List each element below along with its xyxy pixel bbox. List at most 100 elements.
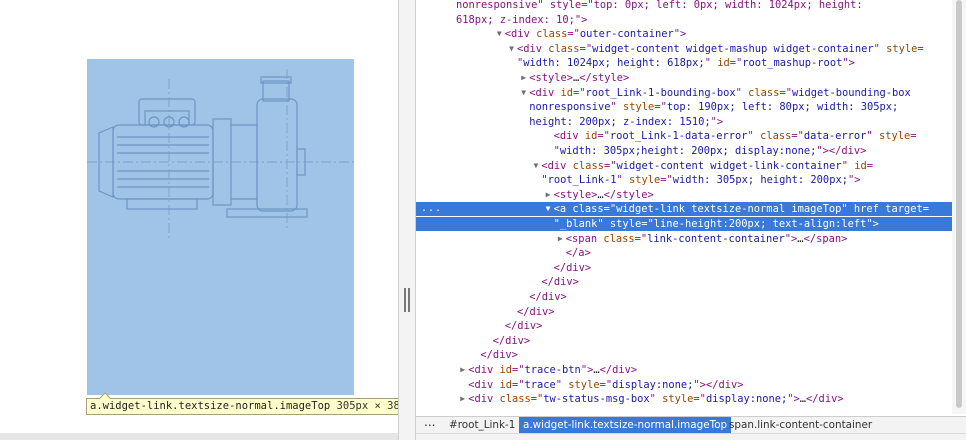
tag-text: =" [603, 203, 617, 216]
dom-node-line[interactable]: ▶ <style>…</style> [416, 71, 952, 85]
attr-name: class [748, 86, 780, 99]
dom-node-line[interactable]: nonresponsive" style="top: 190px; left: … [416, 100, 952, 114]
node-menu-dots[interactable]: ... [421, 202, 442, 216]
tooltip-width-unit: px [355, 400, 369, 412]
tag-text: =" [572, 86, 586, 99]
dom-node-line[interactable]: ▶ <div class="tw-status-msg-box" style="d… [416, 392, 952, 406]
motor-pump-drawing [87, 69, 354, 239]
tag-text: <div [517, 42, 549, 55]
tag-text: </style> [603, 188, 654, 201]
attr-name: style [568, 378, 600, 391]
collapsed-triangle-icon[interactable]: ▶ [458, 392, 467, 406]
tag-text: <div [553, 130, 585, 143]
collapsed-triangle-icon[interactable]: ▶ [519, 71, 528, 85]
attr-name: class [499, 393, 531, 406]
attr-value: widget-content widget-mashup widget-cont… [592, 42, 874, 55]
tag-text: " [649, 393, 663, 406]
attr-name: id [584, 130, 598, 143]
tag-text: " [873, 42, 887, 55]
attr-value: root_Link-1-bounding-box [585, 86, 736, 99]
dom-node-selected[interactable]: "_blank" style="line-height:200px; text-… [416, 217, 952, 231]
dom-node-line[interactable]: </div> [416, 348, 952, 362]
attr-value: link-content-container [647, 232, 785, 245]
expanded-triangle-icon[interactable]: ▼ [495, 27, 504, 41]
tag-text: =" [511, 378, 525, 391]
dom-node-line[interactable]: </div> [416, 319, 952, 333]
tag-text: " [747, 130, 761, 143]
tooltip-width: 305px × 383px [337, 400, 398, 412]
attr-name: id [499, 364, 512, 376]
attr-value: widget-content widget-link-container [616, 159, 842, 172]
tag-text: <div [468, 364, 500, 376]
dom-node-line[interactable]: ▶ <div id="trace-btn">…</div> [416, 363, 952, 377]
tag-text: "></div> [816, 145, 867, 157]
tooltip-times-sign: × [374, 400, 381, 412]
dom-node-selected[interactable]: ▼... <a class="widget-link textsize-norma… [416, 202, 952, 217]
dom-node-line[interactable]: ▶ <style>…</style> [416, 188, 952, 202]
breadcrumb-more-icon[interactable]: ... [424, 414, 435, 431]
tag-text: =" [579, 42, 593, 55]
tag-text: "> [787, 393, 800, 406]
tag-text: <span [565, 232, 604, 245]
attr-value: root_Link-1 [547, 174, 617, 187]
dom-node-line[interactable]: </div> [416, 275, 952, 289]
breadcrumb-item[interactable]: span.link-content-container [725, 417, 876, 434]
tag-text: " [704, 57, 718, 70]
tag-text: "> [866, 218, 879, 230]
tag-text: 618px; z-index: 10;"> [456, 13, 588, 26]
tooltip-selector: a.widget-link.textsize-normal.imageTop [90, 400, 331, 412]
expanded-triangle-icon[interactable]: ▼ [531, 159, 540, 173]
dom-node-line[interactable]: <div id="trace" style="display:none;"></… [416, 378, 952, 392]
dom-node-line[interactable]: "root_Link-1" style="width: 305px; heigh… [416, 173, 952, 187]
tag-text: = [910, 130, 917, 143]
splitter-grip-icon[interactable] [404, 288, 410, 312]
tag-text: =" [599, 378, 613, 391]
breadcrumb-item[interactable]: #root_Link-1 [445, 417, 519, 434]
dom-node-line[interactable]: </div> [416, 261, 952, 275]
tag-text: =" [791, 130, 804, 143]
expanded-triangle-icon[interactable]: ▼ [544, 202, 553, 216]
collapsed-triangle-icon[interactable]: ▶ [544, 188, 553, 202]
breadcrumb-item[interactable]: a.widget-link.textsize-normal.imageTop [519, 417, 732, 434]
scrollbar-thumb[interactable] [956, 0, 962, 408]
panel-splitter[interactable] [398, 0, 416, 440]
attr-value: width: 305px;height: 200px; display:none… [559, 145, 817, 157]
tag-text: =" [779, 86, 792, 99]
dom-node-line[interactable]: "width: 1024px; height: 618px;" id="root… [416, 56, 952, 70]
tag-text: </div> [504, 320, 543, 333]
dom-node-line[interactable]: <div id="root_Link-1-data-error" class="… [416, 129, 952, 143]
dom-node-line[interactable]: ▼ <div class="widget-content widget-link-… [416, 159, 952, 173]
element-highlight-overlay[interactable] [87, 59, 354, 395]
dom-tree-vertical-scrollbar[interactable] [952, 0, 966, 414]
attr-value: widget-bounding-box [791, 86, 911, 99]
dom-node-line[interactable]: </div> [416, 334, 952, 348]
dom-node-line[interactable]: ▼ <div id="root_Link-1-bounding-box" clas… [416, 86, 952, 100]
viewport-horizontal-scrollbar[interactable] [0, 433, 398, 440]
collapsed-triangle-icon[interactable]: ▶ [556, 232, 565, 246]
dom-node-line[interactable]: </a> [416, 246, 952, 260]
attr-value: height: 200px; z-index: 1510; [529, 115, 711, 128]
dom-node-line[interactable]: </div> [416, 305, 952, 319]
attr-value: nonresponsive [529, 101, 611, 114]
tag-text: <div [504, 28, 537, 41]
dom-node-line[interactable]: nonresponsive" style="top: 0px; left: 0p… [416, 0, 952, 12]
attr-value: width: 305px; height: 200px; [672, 174, 848, 187]
dom-node-line[interactable]: 618px; z-index: 10;"> [416, 13, 952, 27]
collapsed-triangle-icon[interactable]: ▶ [458, 363, 467, 377]
expanded-triangle-icon[interactable]: ▼ [519, 86, 528, 100]
tooltip-width-value: 305 [336, 400, 356, 412]
attr-name: id [560, 86, 573, 99]
attr-name: id [717, 57, 730, 70]
expanded-triangle-icon[interactable]: ▼ [507, 42, 516, 56]
attr-value: data-error [803, 130, 867, 143]
dom-node-line[interactable]: </div> [416, 290, 952, 304]
dom-node-line[interactable]: ▼ <div class="outer-container"> [416, 27, 952, 41]
attr-name: class [572, 159, 604, 172]
tag-text: " [866, 130, 879, 143]
dom-node-line[interactable]: ▼ <div class="widget-content widget-mashu… [416, 42, 952, 56]
dom-node-line[interactable]: ▶ <span class="link-content-container">…<… [416, 232, 952, 246]
dom-node-line[interactable]: height: 200px; z-index: 1510;"> [416, 115, 952, 129]
tag-text: </style> [579, 72, 630, 84]
dom-node-line[interactable]: "width: 305px;height: 200px; display:non… [416, 144, 952, 158]
tag-text: </div> [517, 305, 555, 318]
